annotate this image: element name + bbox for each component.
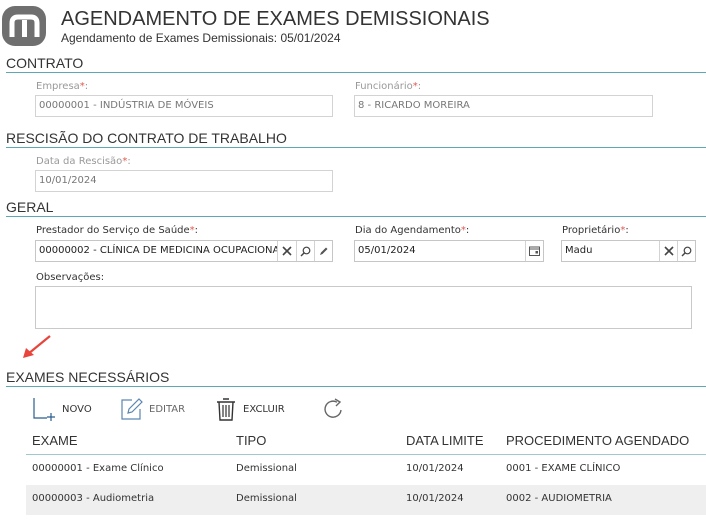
m-logo-icon (2, 6, 46, 46)
column-header-procedimento[interactable]: PROCEDIMENTO AGENDADO (506, 433, 689, 448)
page-title: AGENDAMENTO DE EXAMES DEMISSIONAIS (61, 8, 490, 30)
cell-exame: 00000001 - Exame Clínico (32, 463, 164, 474)
editar-button[interactable]: EDITAR (120, 397, 185, 421)
column-header-exame[interactable]: EXAME (32, 433, 78, 448)
proprietario-label: Proprietário*: (562, 225, 629, 236)
funcionario-label: Funcionário*: (355, 81, 422, 92)
cell-data-limite: 10/01/2024 (406, 493, 464, 504)
cell-procedimento: 0002 - AUDIOMETRIA (506, 493, 612, 504)
edit-pencil-icon[interactable] (314, 241, 332, 261)
table-row[interactable]: 00000001 - Exame Clínico Demissional 10/… (26, 455, 706, 485)
empresa-label: Empresa*: (36, 81, 89, 92)
section-rescisao: RESCISÃO DO CONTRATO DE TRABALHO (6, 130, 706, 148)
funcionario-field: 8 - RICARDO MOREIRA (354, 95, 653, 117)
dia-agendamento-field[interactable]: 05/01/2024 (354, 240, 544, 262)
novo-button[interactable]: NOVO (33, 397, 92, 421)
data-rescisao-field: 10/01/2024 (35, 170, 333, 192)
section-contrato: CONTRATO (6, 55, 706, 73)
section-exames: EXAMES NECESSÁRIOS (6, 369, 706, 387)
calendar-icon[interactable] (525, 241, 543, 261)
cell-tipo: Demissional (236, 493, 297, 504)
refresh-icon (324, 398, 342, 418)
search-icon[interactable] (677, 241, 695, 261)
excluir-button[interactable]: EXCLUIR (214, 397, 285, 421)
proprietario-field[interactable]: Madu (561, 240, 696, 262)
annotation-arrow-icon (23, 335, 51, 358)
table-row[interactable]: 00000003 - Audiometria Demissional 10/01… (26, 485, 706, 515)
empresa-field: 00000001 - INDÚSTRIA DE MÓVEIS (35, 95, 333, 117)
column-header-data-limite[interactable]: DATA LIMITE (406, 433, 484, 448)
prestador-field[interactable]: 00000002 - CLÍNICA DE MEDICINA OCUPACION… (35, 240, 333, 262)
prestador-label: Prestador do Serviço de Saúde*: (36, 225, 199, 236)
dia-agendamento-label: Dia do Agendamento*: (355, 225, 470, 236)
search-icon[interactable] (296, 241, 314, 261)
page-subtitle: Agendamento de Exames Demissionais: 05/0… (61, 31, 341, 45)
new-document-icon (33, 398, 55, 421)
cell-exame: 00000003 - Audiometria (32, 493, 155, 504)
data-rescisao-label: Data da Rescisão*: (36, 156, 131, 167)
cell-tipo: Demissional (236, 463, 297, 474)
cell-data-limite: 10/01/2024 (406, 463, 464, 474)
refresh-button[interactable] (322, 397, 346, 421)
clear-icon[interactable] (659, 241, 677, 261)
observacoes-textarea[interactable] (35, 286, 692, 329)
column-header-tipo[interactable]: TIPO (236, 433, 266, 448)
clear-icon[interactable] (277, 241, 295, 261)
trash-icon (217, 398, 235, 421)
section-geral: GERAL (6, 199, 706, 217)
edit-icon (121, 398, 143, 420)
cell-procedimento: 0001 - EXAME CLÍNICO (506, 463, 621, 474)
observacoes-label: Observações: (36, 272, 105, 283)
